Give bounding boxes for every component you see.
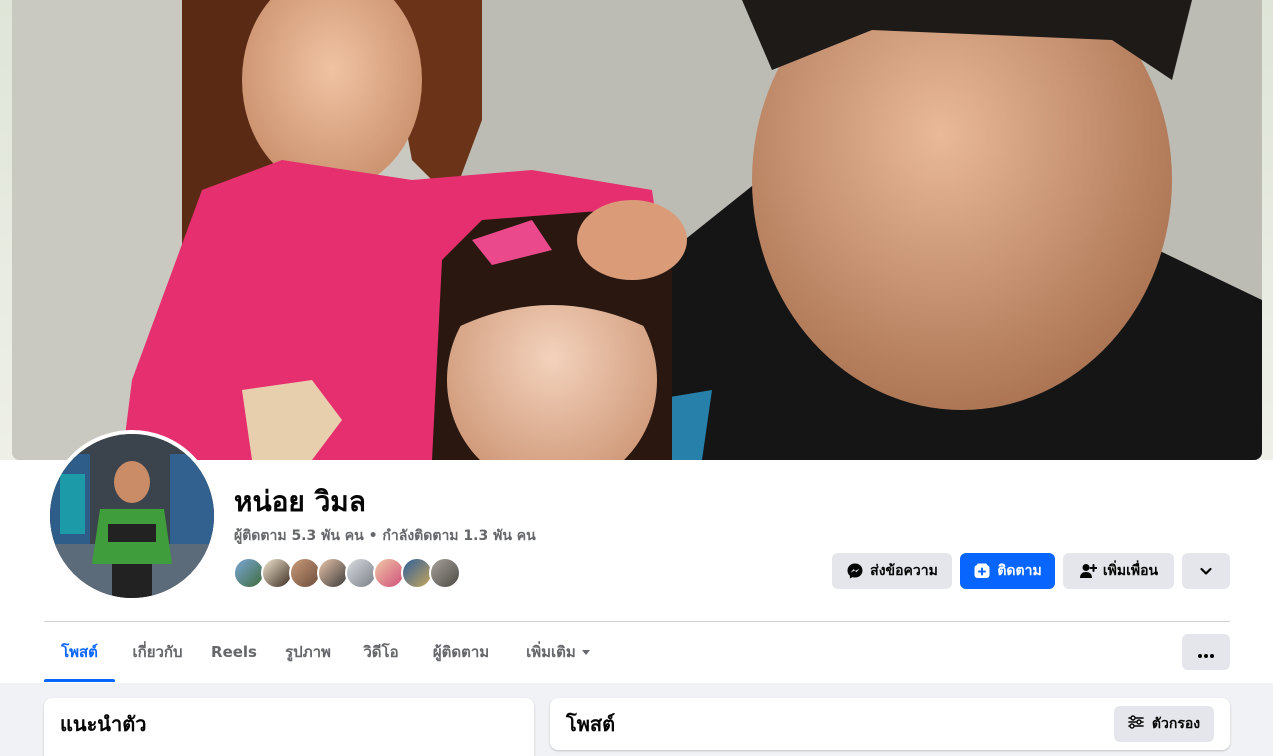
profile-tabs: โพสต์ เกี่ยวกับ Reels รูปภาพ วิดีโอ ผู้ต… <box>44 622 1230 682</box>
profile-avatar[interactable] <box>46 430 218 602</box>
more-dots-icon <box>1198 643 1214 662</box>
tab-label: เกี่ยวกับ <box>132 643 183 661</box>
more-options-button[interactable] <box>1182 553 1230 589</box>
tabs-more-button[interactable] <box>1182 634 1230 670</box>
add-friend-icon <box>1079 562 1097 580</box>
intro-card: แนะนำตัว <box>44 698 534 756</box>
avatar-photo <box>50 434 214 598</box>
posts-card-title: โพสต์ <box>566 712 616 736</box>
tab-label: วิดีโอ <box>363 643 399 661</box>
filter-icon <box>1128 715 1144 733</box>
filter-button-label: ตัวกรอง <box>1151 716 1201 732</box>
tab-more[interactable]: เพิ่มเติม <box>518 622 598 682</box>
tab-posts[interactable]: โพสต์ <box>44 622 115 682</box>
tab-reels[interactable]: Reels <box>204 622 264 682</box>
add-friend-button-label: เพิ่มเพื่อน <box>1102 563 1159 579</box>
tab-followers[interactable]: ผู้ติดตาม <box>424 622 498 682</box>
mutual-friends-avatars <box>233 557 473 589</box>
message-button[interactable]: ส่งข้อความ <box>832 553 952 589</box>
profile-header: หน่อย วิมล ผู้ติดตาม 5.3 พัน คน • กำลังต… <box>0 0 1273 683</box>
follow-button-label: ติดตาม <box>997 563 1042 579</box>
tab-label: เพิ่มเติม <box>526 643 576 661</box>
messenger-icon <box>846 562 864 580</box>
cover-photo-art <box>12 0 1262 460</box>
follow-icon <box>973 562 991 580</box>
tab-label: รูปภาพ <box>285 643 331 661</box>
cover-photo[interactable] <box>12 0 1262 460</box>
friend-avatar[interactable] <box>429 557 461 589</box>
profile-name: หน่อย วิมล <box>234 485 366 518</box>
tab-label: โพสต์ <box>61 643 98 661</box>
follower-stats[interactable]: ผู้ติดตาม 5.3 พัน คน • กำลังติดตาม 1.3 พ… <box>234 526 536 546</box>
dropdown-caret-icon <box>581 649 590 655</box>
tab-photos[interactable]: รูปภาพ <box>272 622 344 682</box>
tab-about[interactable]: เกี่ยวกับ <box>119 622 196 682</box>
follow-button[interactable]: ติดตาม <box>960 553 1055 589</box>
chevron-down-icon <box>1197 562 1215 580</box>
posts-card: โพสต์ ตัวกรอง <box>550 698 1230 750</box>
message-button-label: ส่งข้อความ <box>870 563 938 579</box>
tab-label: ผู้ติดตาม <box>432 643 490 661</box>
filter-button[interactable]: ตัวกรอง <box>1114 706 1214 742</box>
intro-card-title: แนะนำตัว <box>60 712 147 736</box>
tab-videos[interactable]: วิดีโอ <box>354 622 408 682</box>
add-friend-button[interactable]: เพิ่มเพื่อน <box>1063 553 1174 589</box>
tab-label: Reels <box>211 643 257 661</box>
